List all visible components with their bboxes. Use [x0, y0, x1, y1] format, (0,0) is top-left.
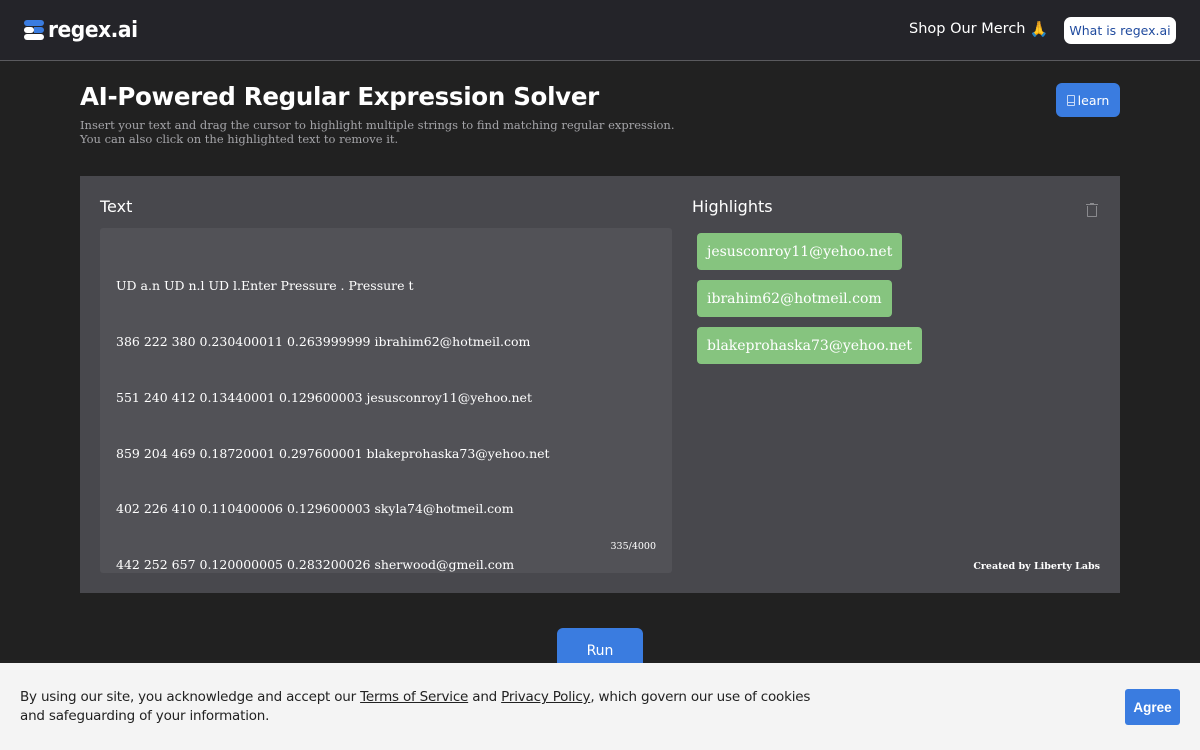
- text-line[interactable]: 442 252 657 0.120000005 0.283200026 sher…: [116, 556, 656, 573]
- text-input-area[interactable]: UD a.n UD n.l UD l.Enter Pressure . Pres…: [100, 228, 672, 573]
- highlights-list: jesusconroy11@yehoo.net ibrahim62@hotmei…: [697, 233, 923, 364]
- logo-icon: [24, 19, 44, 41]
- shop-merch-link[interactable]: Shop Our Merch 🙏: [909, 20, 1048, 38]
- highlight-chip[interactable]: ibrahim62@hotmeil.com: [697, 280, 892, 317]
- terms-of-service-link[interactable]: Terms of Service: [360, 689, 468, 705]
- book-icon: [1066, 94, 1075, 106]
- text-line[interactable]: UD a.n UD n.l UD l.Enter Pressure . Pres…: [116, 277, 656, 296]
- what-is-regex-button[interactable]: What is regex.ai: [1064, 17, 1176, 44]
- text-line[interactable]: 551 240 412 0.13440001 0.129600003 jesus…: [116, 389, 656, 408]
- subtitle-line-2: You can also click on the highlighted te…: [80, 132, 399, 146]
- cookie-consent-text: By using our site, you acknowledge and a…: [20, 688, 820, 726]
- text-line[interactable]: 386 222 380 0.230400011 0.263999999 ibra…: [116, 333, 656, 352]
- highlight-chip[interactable]: jesusconroy11@yehoo.net: [697, 233, 903, 270]
- privacy-policy-link[interactable]: Privacy Policy: [501, 689, 590, 705]
- highlight-chip[interactable]: blakeprohaska73@yehoo.net: [697, 327, 923, 364]
- text-line[interactable]: 859 204 469 0.18720001 0.297600001 blake…: [116, 445, 656, 464]
- character-count: 335/4000: [610, 541, 656, 553]
- text-line[interactable]: 402 226 410 0.110400006 0.129600003 skyl…: [116, 500, 656, 519]
- shop-merch-label: Shop Our Merch: [909, 21, 1026, 37]
- learn-button[interactable]: learn: [1056, 83, 1120, 117]
- page-title: AI-Powered Regular Expression Solver: [80, 82, 599, 111]
- logo-text: regex.ai: [48, 17, 138, 43]
- learn-label: learn: [1077, 92, 1110, 108]
- praying-hands-icon: 🙏: [1029, 20, 1049, 38]
- cookie-text-part: By using our site, you acknowledge and a…: [20, 689, 361, 705]
- cookie-banner: By using our site, you acknowledge and a…: [0, 663, 1200, 750]
- page-subtitle: Insert your text and drag the cursor to …: [80, 118, 700, 146]
- text-section-label: Text: [100, 197, 133, 216]
- top-navbar: regex.ai Shop Our Merch 🙏 What is regex.…: [0, 0, 1200, 61]
- clear-highlights-trash-icon[interactable]: [1086, 203, 1098, 217]
- solver-panel: Text UD a.n UD n.l UD l.Enter Pressure .…: [80, 176, 1120, 593]
- subtitle-line-1: Insert your text and drag the cursor to …: [80, 118, 675, 132]
- agree-button[interactable]: Agree: [1125, 689, 1180, 725]
- logo-link[interactable]: regex.ai: [24, 17, 145, 43]
- credit-text: Created by Liberty Labs: [973, 561, 1100, 572]
- cookie-text-part: and: [468, 689, 502, 705]
- highlights-section-label: Highlights: [692, 197, 773, 216]
